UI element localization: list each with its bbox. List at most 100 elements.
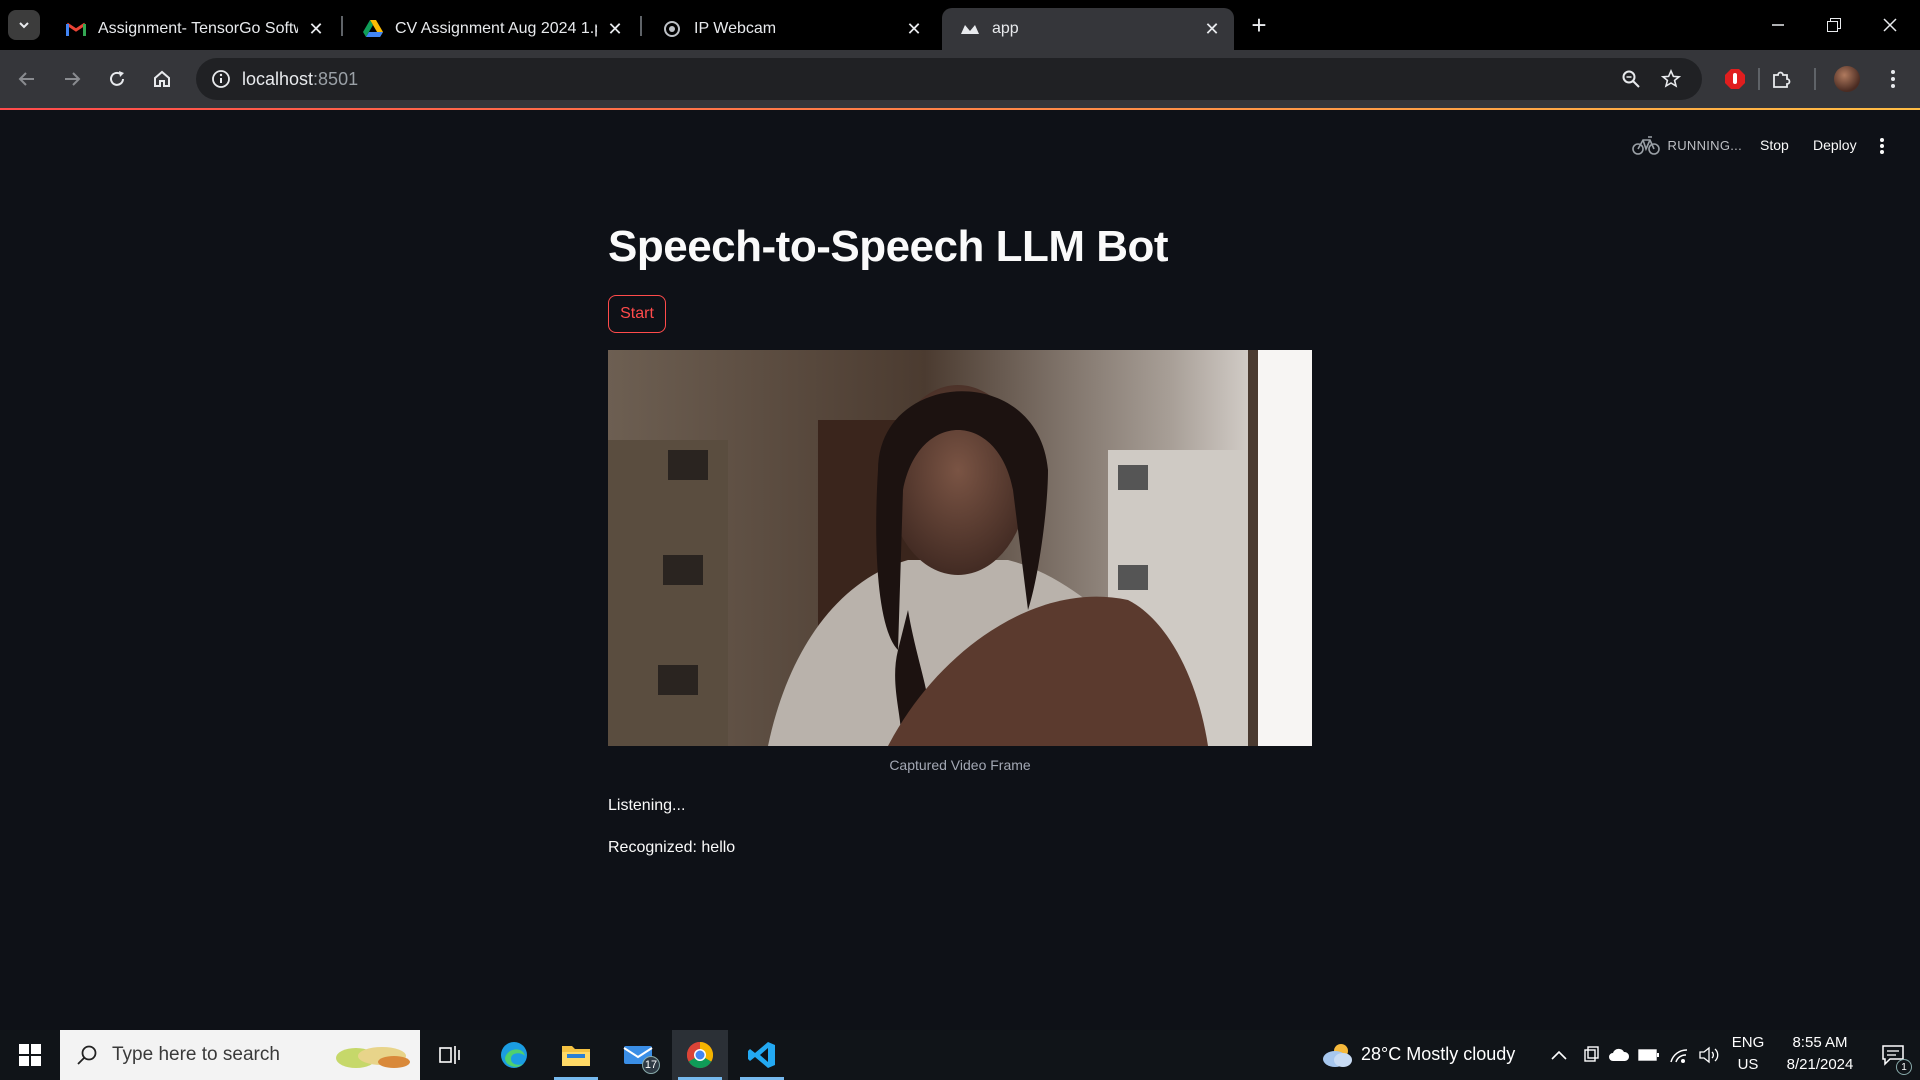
more-vertical-icon xyxy=(1880,138,1884,154)
streamlit-main-menu[interactable] xyxy=(1876,134,1888,158)
close-icon xyxy=(1883,18,1897,32)
address-bar[interactable]: localhost:8501 xyxy=(196,58,1702,100)
tab-title: app xyxy=(992,20,1019,37)
url-port: :8501 xyxy=(313,69,359,89)
vscode-icon xyxy=(748,1042,775,1068)
restore-icon xyxy=(1827,18,1841,32)
clock-date: 8/21/2024 xyxy=(1786,1056,1854,1073)
partly-cloudy-icon xyxy=(1323,1044,1352,1067)
more-vertical-icon xyxy=(1891,70,1895,88)
stop-button[interactable]: Stop xyxy=(1760,137,1789,153)
restore-button[interactable] xyxy=(1806,0,1862,50)
start-menu-button[interactable] xyxy=(0,1030,60,1080)
taskbar-mail[interactable]: 17 xyxy=(610,1030,666,1080)
tab-gmail[interactable]: Assignment- TensorGo Software ✕ xyxy=(48,8,338,50)
home-icon xyxy=(154,70,170,87)
taskbar-chrome[interactable] xyxy=(672,1030,728,1080)
running-status: RUNNING... xyxy=(1631,134,1743,156)
webcam-photo xyxy=(608,350,1312,746)
onedrive-cloud-icon[interactable] xyxy=(1608,1044,1630,1066)
chevron-down-icon xyxy=(19,22,29,29)
windows-logo-icon xyxy=(19,1044,41,1066)
language-code: ENG xyxy=(1731,1034,1765,1051)
zoom-icon[interactable] xyxy=(1618,66,1644,92)
meet-now-icon[interactable] xyxy=(1580,1044,1602,1066)
profile-avatar[interactable] xyxy=(1830,62,1864,96)
minimize-button[interactable] xyxy=(1750,0,1806,50)
home-button[interactable] xyxy=(145,62,179,96)
clock[interactable]: 8:55 AM 8/21/2024 xyxy=(1770,1032,1870,1076)
taskbar-vscode[interactable] xyxy=(734,1030,790,1080)
tab-drive-pdf[interactable]: CV Assignment Aug 2024 1.pdf ✕ xyxy=(345,8,637,50)
reload-button[interactable] xyxy=(100,62,134,96)
taskbar-file-explorer[interactable] xyxy=(548,1030,604,1080)
deploy-button[interactable]: Deploy xyxy=(1813,137,1857,153)
mail-badge: 17 xyxy=(642,1056,660,1074)
bookmark-star-icon[interactable] xyxy=(1658,66,1684,92)
minimize-icon xyxy=(1772,24,1784,26)
extension-adblock-icon[interactable] xyxy=(1718,62,1752,96)
taskbar-edge[interactable] xyxy=(486,1030,542,1080)
avatar xyxy=(1834,66,1860,92)
close-icon[interactable]: ✕ xyxy=(304,17,328,41)
gmail-icon xyxy=(66,19,86,39)
search-placeholder: Type here to search xyxy=(112,1044,280,1065)
url-text[interactable]: localhost:8501 xyxy=(242,69,358,90)
close-icon[interactable]: ✕ xyxy=(902,17,926,41)
windows-taskbar: Type here to search 17 28°C Mostly cloud… xyxy=(0,1030,1920,1080)
back-button[interactable] xyxy=(10,62,44,96)
close-icon[interactable]: ✕ xyxy=(603,17,627,41)
notifications-button[interactable]: 1 xyxy=(1866,1030,1920,1080)
extensions-puzzle-icon[interactable] xyxy=(1764,62,1798,96)
site-info-icon[interactable] xyxy=(206,64,236,94)
edge-icon xyxy=(501,1042,527,1068)
listening-status: Listening... xyxy=(608,797,686,814)
task-view-button[interactable] xyxy=(422,1030,478,1080)
chrome-menu-button[interactable] xyxy=(1876,62,1910,96)
toolbar-divider xyxy=(1758,68,1760,90)
image-caption: Captured Video Frame xyxy=(889,757,1031,773)
wifi-icon[interactable] xyxy=(1668,1044,1690,1066)
running-status-text: RUNNING... xyxy=(1667,137,1742,153)
weather-text[interactable]: 28°C Mostly cloudy xyxy=(1361,1044,1515,1065)
tab-divider xyxy=(341,16,343,36)
tab-strip: Assignment- TensorGo Software ✕ CV Assig… xyxy=(0,0,1920,50)
weather-widget-icon[interactable] xyxy=(1316,1030,1360,1080)
recognized-text: Recognized: hello xyxy=(608,839,736,856)
region-code: US xyxy=(1737,1056,1759,1073)
tab-title: CV Assignment Aug 2024 1.pdf xyxy=(395,20,597,37)
input-language[interactable]: ENG US xyxy=(1726,1032,1770,1076)
tab-ip-webcam[interactable]: IP Webcam ✕ xyxy=(644,8,936,50)
url-host: localhost xyxy=(242,69,314,89)
bicycle-icon xyxy=(1631,136,1660,155)
close-icon[interactable]: ✕ xyxy=(1200,17,1224,41)
arrow-right-icon xyxy=(65,72,81,86)
start-button[interactable]: Start xyxy=(608,295,666,333)
toolbar-divider xyxy=(1814,68,1816,90)
search-highlight-icon xyxy=(336,1047,410,1068)
captured-video-frame xyxy=(608,350,1312,746)
streamlit-icon xyxy=(960,19,980,39)
battery-icon[interactable] xyxy=(1638,1044,1660,1066)
volume-icon[interactable] xyxy=(1698,1044,1720,1066)
tab-title: Assignment- TensorGo Software xyxy=(98,20,298,37)
new-tab-button[interactable]: + xyxy=(1244,10,1274,40)
streamlit-decoration-bar xyxy=(0,108,1920,110)
folder-icon xyxy=(562,1046,590,1066)
reload-icon xyxy=(110,71,124,86)
forward-button[interactable] xyxy=(55,62,89,96)
close-window-button[interactable] xyxy=(1862,0,1918,50)
clock-time: 8:55 AM xyxy=(1792,1034,1848,1051)
search-icon xyxy=(77,1045,97,1065)
tab-search-button[interactable] xyxy=(8,10,40,40)
tab-app[interactable]: app ✕ xyxy=(942,8,1234,50)
taskbar-search-box[interactable]: Type here to search xyxy=(60,1030,420,1080)
globe-icon xyxy=(662,19,682,39)
show-hidden-icons-button[interactable] xyxy=(1548,1044,1570,1066)
page-title: Speech-to-Speech LLM Bot xyxy=(608,222,1169,271)
drive-icon xyxy=(363,19,383,39)
notification-count: 1 xyxy=(1896,1059,1912,1075)
tab-title: IP Webcam xyxy=(694,20,777,37)
chrome-icon xyxy=(686,1041,714,1069)
tab-divider xyxy=(640,16,642,36)
